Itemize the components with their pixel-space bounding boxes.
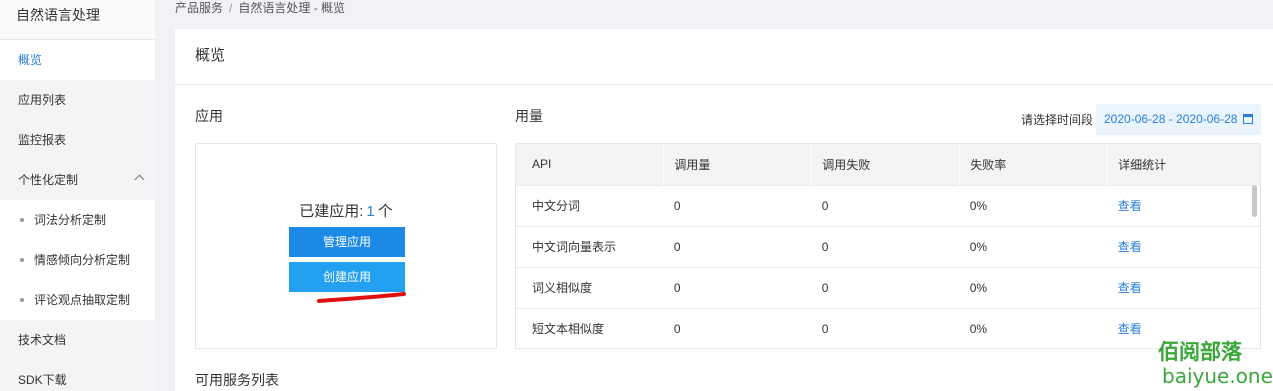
date-range-label: 请选择时间段	[1021, 113, 1094, 127]
sidebar-item-docs[interactable]: 技术文档	[0, 320, 155, 360]
bullet-icon	[20, 258, 24, 262]
sidebar-item-app-list[interactable]: 应用列表	[0, 80, 155, 120]
sidebar-subitem-lexical[interactable]: 词法分析定制	[0, 200, 155, 240]
cell-failures: 0	[811, 184, 960, 226]
sidebar-item-monitor-report[interactable]: 监控报表	[0, 120, 155, 160]
app-count: 已建应用: 1 个	[196, 200, 496, 221]
cell-details: 查看	[1107, 225, 1260, 267]
watermark-logo: 佰阅部落 baiyue.one	[1158, 336, 1273, 391]
view-details-link[interactable]: 查看	[1118, 199, 1142, 213]
breadcrumb: 产品服务 / 自然语言处理 - 概览	[175, 0, 345, 18]
cell-api: 词义相似度	[516, 266, 664, 308]
sidebar-subitem-label: 词法分析定制	[34, 213, 107, 227]
cell-calls: 0	[663, 225, 812, 267]
column-header-calls: 调用量	[663, 144, 813, 185]
sidebar-item-sdk[interactable]: SDK下载	[0, 360, 155, 391]
apps-panel: 已建应用: 1 个 管理应用 创建应用	[195, 143, 497, 349]
sidebar-subitem-label: 评论观点抽取定制	[34, 293, 131, 307]
overview-card: 概览 应用 已建应用: 1 个 管理应用 创建应用 用量 请选择时间段 2020-0…	[175, 29, 1273, 391]
usage-section-title: 用量	[515, 108, 543, 124]
table-row: 中文分词 0 0 0% 查看	[516, 184, 1260, 226]
view-details-link[interactable]: 查看	[1118, 281, 1142, 295]
column-header-api: API	[516, 144, 665, 185]
sidebar-item-customization[interactable]: 个性化定制	[0, 160, 155, 200]
table-scrollbar[interactable]	[1252, 185, 1257, 217]
sidebar-subitem-label: 情感倾向分析定制	[34, 253, 131, 267]
view-details-link[interactable]: 查看	[1118, 322, 1142, 336]
breadcrumb-separator: /	[229, 1, 233, 15]
cell-details: 查看	[1107, 184, 1260, 226]
table-row: 短文本相似度 0 0 0% 查看	[516, 307, 1260, 348]
view-details-link[interactable]: 查看	[1118, 240, 1142, 254]
date-range-value: 2020-06-28 - 2020-06-28	[1104, 112, 1238, 126]
apps-section-title: 应用	[195, 108, 223, 124]
bullet-icon	[20, 218, 24, 222]
cell-api: 中文词向量表示	[516, 225, 664, 267]
cell-rate: 0%	[959, 266, 1108, 308]
chevron-up-icon	[134, 174, 145, 185]
page-title: 概览	[175, 29, 1273, 85]
column-header-details: 详细统计	[1107, 144, 1260, 185]
sidebar-subitem-opinion[interactable]: 评论观点抽取定制	[0, 280, 155, 320]
cell-failures: 0	[811, 266, 960, 308]
sidebar-item-overview[interactable]: 概览	[0, 40, 155, 80]
app-count-suffix: 个	[377, 203, 393, 220]
calendar-icon	[1243, 114, 1253, 124]
create-app-button[interactable]: 创建应用	[289, 262, 405, 292]
column-header-failure-rate: 失败率	[959, 144, 1109, 185]
app-count-prefix: 已建应用:	[299, 203, 364, 220]
cell-calls: 0	[663, 307, 812, 348]
watermark-url: baiyue.one	[1162, 364, 1273, 388]
red-underline-annotation	[317, 292, 406, 303]
cell-failures: 0	[811, 225, 960, 267]
sidebar: 自然语言处理 概览 应用列表 监控报表 个性化定制 词法分析定制 情感倾向分析定…	[0, 0, 155, 391]
column-header-failures: 调用失败	[811, 144, 961, 185]
breadcrumb-current: 自然语言处理 - 概览	[238, 1, 346, 15]
bullet-icon	[20, 298, 24, 302]
date-range-picker[interactable]: 2020-06-28 - 2020-06-28	[1096, 104, 1261, 135]
table-row: 词义相似度 0 0 0% 查看	[516, 266, 1260, 308]
cell-rate: 0%	[959, 184, 1108, 226]
sidebar-title: 自然语言处理	[0, 0, 155, 40]
watermark-text: 佰阅部落	[1158, 341, 1242, 364]
table-row: 中文词向量表示 0 0 0% 查看	[516, 225, 1260, 267]
cell-calls: 0	[663, 184, 812, 226]
table-header-row: API 调用量 调用失败 失败率 详细统计	[516, 144, 1260, 185]
services-section-title: 可用服务列表	[195, 372, 279, 388]
cell-api: 短文本相似度	[516, 307, 664, 348]
breadcrumb-product-services[interactable]: 产品服务	[175, 1, 223, 15]
cell-rate: 0%	[959, 225, 1108, 267]
cell-details: 查看	[1107, 266, 1260, 308]
cell-api: 中文分词	[516, 184, 664, 226]
usage-table: API 调用量 调用失败 失败率 详细统计 中文分词 0 0 0% 查看 中文词…	[515, 143, 1261, 349]
sidebar-subitem-sentiment[interactable]: 情感倾向分析定制	[0, 240, 155, 280]
sidebar-item-label: 个性化定制	[18, 173, 79, 187]
manage-apps-button[interactable]: 管理应用	[289, 227, 405, 257]
app-count-number: 1	[366, 203, 375, 220]
cell-calls: 0	[663, 266, 812, 308]
customization-submenu: 词法分析定制 情感倾向分析定制 评论观点抽取定制	[0, 200, 155, 320]
cell-rate: 0%	[959, 307, 1108, 348]
cell-failures: 0	[811, 307, 960, 348]
